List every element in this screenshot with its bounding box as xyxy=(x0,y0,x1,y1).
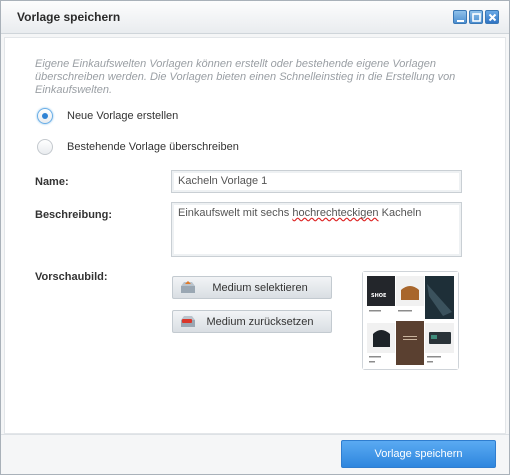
reset-medium-button[interactable]: Medium zurücksetzen xyxy=(172,310,332,333)
name-input[interactable]: Kacheln Vorlage 1 xyxy=(171,170,462,193)
media-select-icon xyxy=(180,280,196,297)
radio-button-new[interactable] xyxy=(37,108,53,124)
description-textarea[interactable]: Einkaufswelt mit sechs hochrechteckigen … xyxy=(171,202,462,257)
footer-divider xyxy=(1,434,509,435)
media-reset-icon xyxy=(180,314,196,331)
preview-logo-text: SHOE xyxy=(371,293,387,299)
reset-medium-label: Medium zurücksetzen xyxy=(206,315,314,328)
name-input-value: Kacheln Vorlage 1 xyxy=(178,175,268,187)
radio-overwrite-template[interactable]: Bestehende Vorlage überschreiben xyxy=(37,139,239,155)
select-medium-label: Medium selektieren xyxy=(212,281,308,294)
radio-label-new: Neue Vorlage erstellen xyxy=(67,110,179,122)
close-icon[interactable] xyxy=(485,10,499,24)
select-medium-button[interactable]: Medium selektieren xyxy=(172,276,332,299)
description-label: Beschreibung: xyxy=(35,209,113,221)
minimize-icon[interactable] xyxy=(453,10,467,24)
radio-new-template[interactable]: Neue Vorlage erstellen xyxy=(37,108,178,124)
maximize-icon[interactable] xyxy=(469,10,483,24)
window-title: Vorlage speichern xyxy=(17,10,121,24)
dialog-window: Vorlage speichern Eigene Einkaufswelten … xyxy=(0,0,510,475)
preview-label: Vorschaubild: xyxy=(35,271,108,283)
preview-thumbnail: SHOE xyxy=(362,271,459,370)
name-label: Name: xyxy=(35,176,69,188)
save-template-button[interactable]: Vorlage speichern xyxy=(341,440,496,468)
dialog-body: Eigene Einkaufswelten Vorlagen können er… xyxy=(4,37,506,434)
description-text-end: Kacheln xyxy=(378,207,422,219)
title-bar[interactable]: Vorlage speichern xyxy=(1,1,509,34)
radio-label-overwrite: Bestehende Vorlage überschreiben xyxy=(67,141,239,153)
intro-text: Eigene Einkaufswelten Vorlagen können er… xyxy=(35,58,456,96)
radio-button-overwrite[interactable] xyxy=(37,139,53,155)
description-text-start: Einkaufswelt mit sechs xyxy=(178,207,293,219)
description-misspelled-word: hochrechteckigen xyxy=(292,207,379,219)
